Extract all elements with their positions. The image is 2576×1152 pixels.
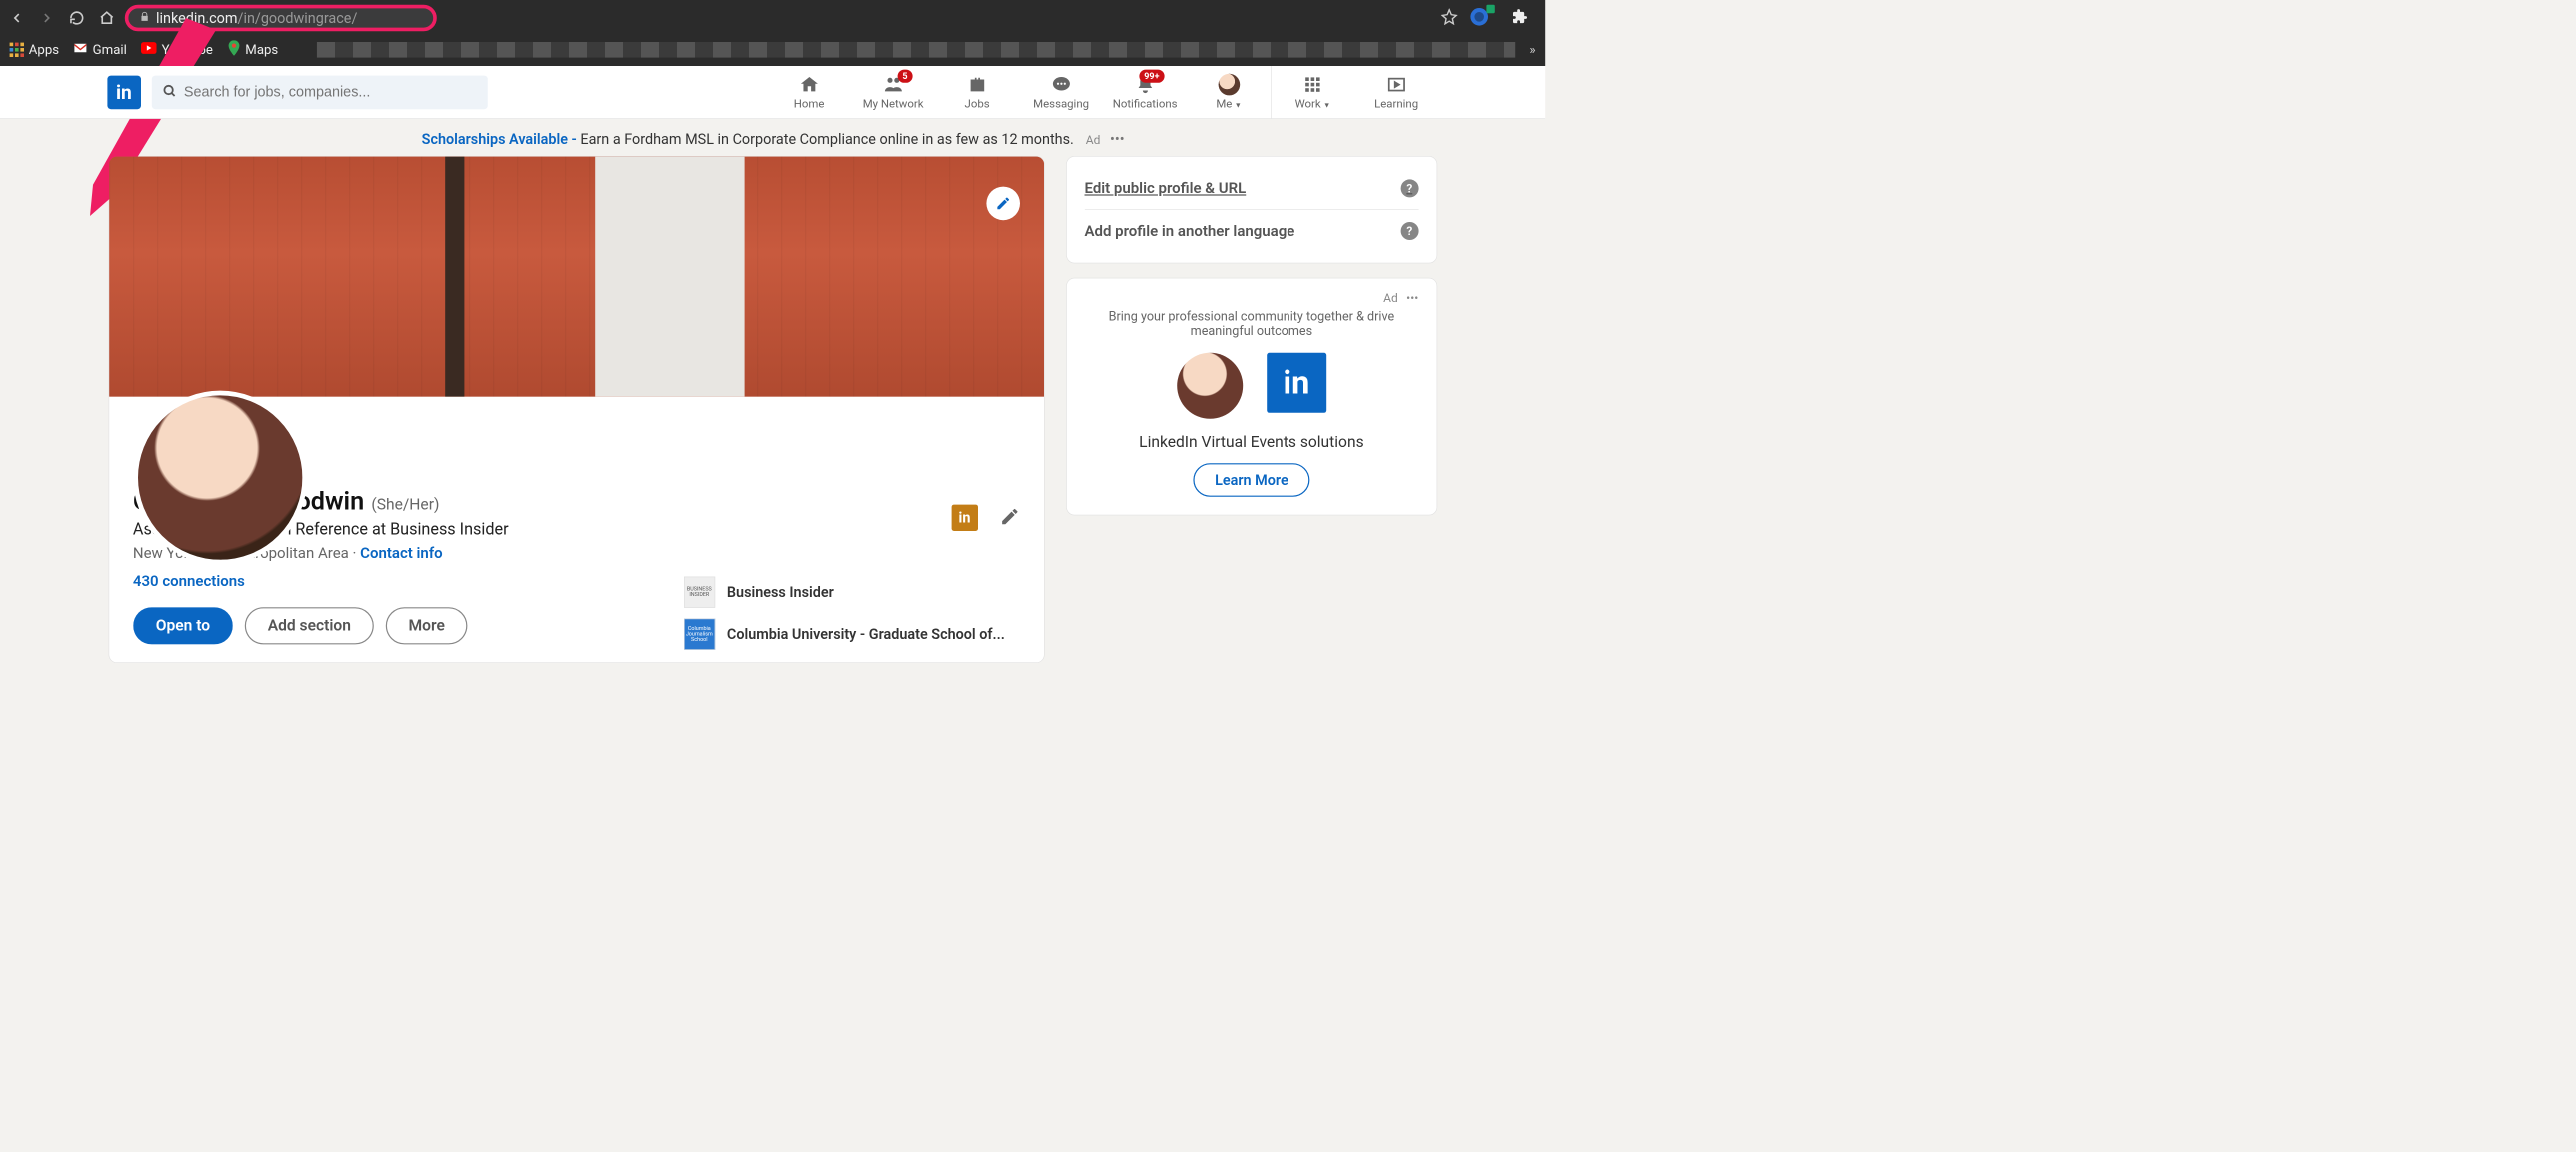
- maps-icon: [227, 40, 240, 59]
- promo-menu-icon[interactable]: •••: [1406, 290, 1418, 304]
- help-icon[interactable]: ?: [1400, 222, 1418, 240]
- experience-summary: BUSINESS INSIDER Business Insider Columb…: [684, 577, 1020, 661]
- edit-profile-button[interactable]: [999, 506, 1019, 529]
- experience-item[interactable]: Columbia Journalism School Columbia Univ…: [684, 619, 1020, 650]
- home-button[interactable]: [95, 6, 119, 30]
- promo-linkedin-icon: in: [1267, 353, 1326, 413]
- ad-menu-icon[interactable]: •••: [1110, 131, 1125, 148]
- open-to-button[interactable]: Open to: [133, 607, 233, 644]
- company-logo: BUSINESS INSIDER: [684, 577, 715, 608]
- nav-network[interactable]: 5 My Network: [851, 66, 935, 119]
- ad-banner: Scholarships Available - Earn a Fordham …: [0, 119, 1545, 156]
- avatar-icon: [1218, 74, 1240, 96]
- add-section-button[interactable]: Add section: [245, 607, 374, 644]
- gmail-icon: [73, 42, 87, 58]
- nav-home[interactable]: Home: [767, 66, 851, 119]
- back-button[interactable]: [5, 6, 29, 30]
- nav-work[interactable]: Work▼: [1271, 66, 1354, 119]
- experience-item[interactable]: BUSINESS INSIDER Business Insider: [684, 577, 1020, 608]
- reload-button[interactable]: [65, 6, 89, 30]
- messaging-icon: [1050, 74, 1072, 96]
- profile-badge-icon[interactable]: [1470, 7, 1500, 29]
- nav-notifications[interactable]: 99+ Notifications: [1103, 66, 1187, 119]
- star-icon[interactable]: [1441, 8, 1458, 27]
- nav-me[interactable]: Me▼: [1187, 66, 1271, 119]
- linkedin-badge-icon[interactable]: in: [951, 505, 977, 531]
- jobs-icon: [966, 74, 988, 96]
- ad-link[interactable]: Scholarships Available -: [422, 131, 581, 148]
- nav-messaging[interactable]: Messaging: [1019, 66, 1103, 119]
- youtube-icon: [141, 42, 157, 58]
- ad-text: Earn a Fordham MSL in Corporate Complian…: [580, 131, 1073, 148]
- maps-bookmark[interactable]: Maps: [227, 40, 278, 59]
- apps-bookmark[interactable]: Apps: [10, 42, 59, 57]
- chevron-down-icon: ▼: [1323, 101, 1330, 109]
- youtube-bookmark[interactable]: YouTube: [141, 42, 213, 58]
- apps-grid-icon: [10, 43, 24, 57]
- promo-avatar: [1177, 353, 1243, 419]
- contact-info-link[interactable]: Contact info: [360, 545, 442, 562]
- url-text: linkedin.com/in/goodwingrace/: [156, 10, 357, 27]
- promo-subtitle: Bring your professional community togeth…: [1085, 310, 1419, 339]
- search-input[interactable]: [184, 84, 477, 101]
- add-language-link[interactable]: Add profile in another language ?: [1085, 214, 1419, 249]
- cover-photo[interactable]: [109, 157, 1044, 397]
- nav-learning[interactable]: Learning: [1354, 66, 1438, 119]
- promo-title: LinkedIn Virtual Events solutions: [1085, 433, 1419, 451]
- promo-cta-button[interactable]: Learn More: [1193, 463, 1309, 497]
- linkedin-nav: in Home 5 My Network Jobs Mess: [0, 66, 1545, 119]
- nav-jobs[interactable]: Jobs: [935, 66, 1019, 119]
- search-icon: [162, 84, 176, 101]
- forward-button[interactable]: [35, 6, 59, 30]
- overflow-bookmarks: [317, 42, 1515, 58]
- home-icon: [798, 74, 820, 96]
- gmail-bookmark[interactable]: Gmail: [73, 42, 126, 58]
- edit-cover-button[interactable]: [986, 187, 1020, 221]
- notifications-badge: 99+: [1139, 69, 1164, 82]
- work-grid-icon: [1302, 74, 1324, 96]
- linkedin-logo[interactable]: in: [107, 75, 141, 109]
- help-icon[interactable]: ?: [1400, 179, 1418, 197]
- profile-card: in BUSINESS INSIDER Business Insider Col…: [108, 156, 1044, 663]
- url-bar[interactable]: linkedin.com/in/goodwingrace/: [125, 5, 437, 31]
- learning-icon: [1385, 74, 1407, 96]
- bookmarks-overflow-icon[interactable]: »: [1529, 42, 1535, 57]
- lock-icon: [139, 11, 150, 24]
- edit-public-url-link[interactable]: Edit public profile & URL ?: [1085, 171, 1419, 206]
- search-box[interactable]: [152, 75, 488, 109]
- profile-pronouns: (She/Her): [371, 496, 439, 514]
- profile-avatar[interactable]: [133, 391, 307, 565]
- extensions-icon[interactable]: [1512, 8, 1529, 27]
- sidebar-links-card: Edit public profile & URL ? Add profile …: [1066, 156, 1437, 263]
- network-badge: 5: [898, 69, 913, 82]
- promo-ad-tag: Ad: [1383, 290, 1398, 304]
- bookmarks-bar: Apps Gmail YouTube Maps »: [0, 36, 1545, 66]
- browser-chrome: linkedin.com/in/goodwingrace/ Apps Gmail: [0, 0, 1545, 66]
- school-logo: Columbia Journalism School: [684, 619, 715, 650]
- chevron-down-icon: ▼: [1235, 101, 1242, 109]
- ad-tag: Ad: [1086, 133, 1101, 147]
- more-button[interactable]: More: [386, 607, 468, 644]
- sidebar-promo-card: Ad ••• Bring your professional community…: [1066, 278, 1437, 516]
